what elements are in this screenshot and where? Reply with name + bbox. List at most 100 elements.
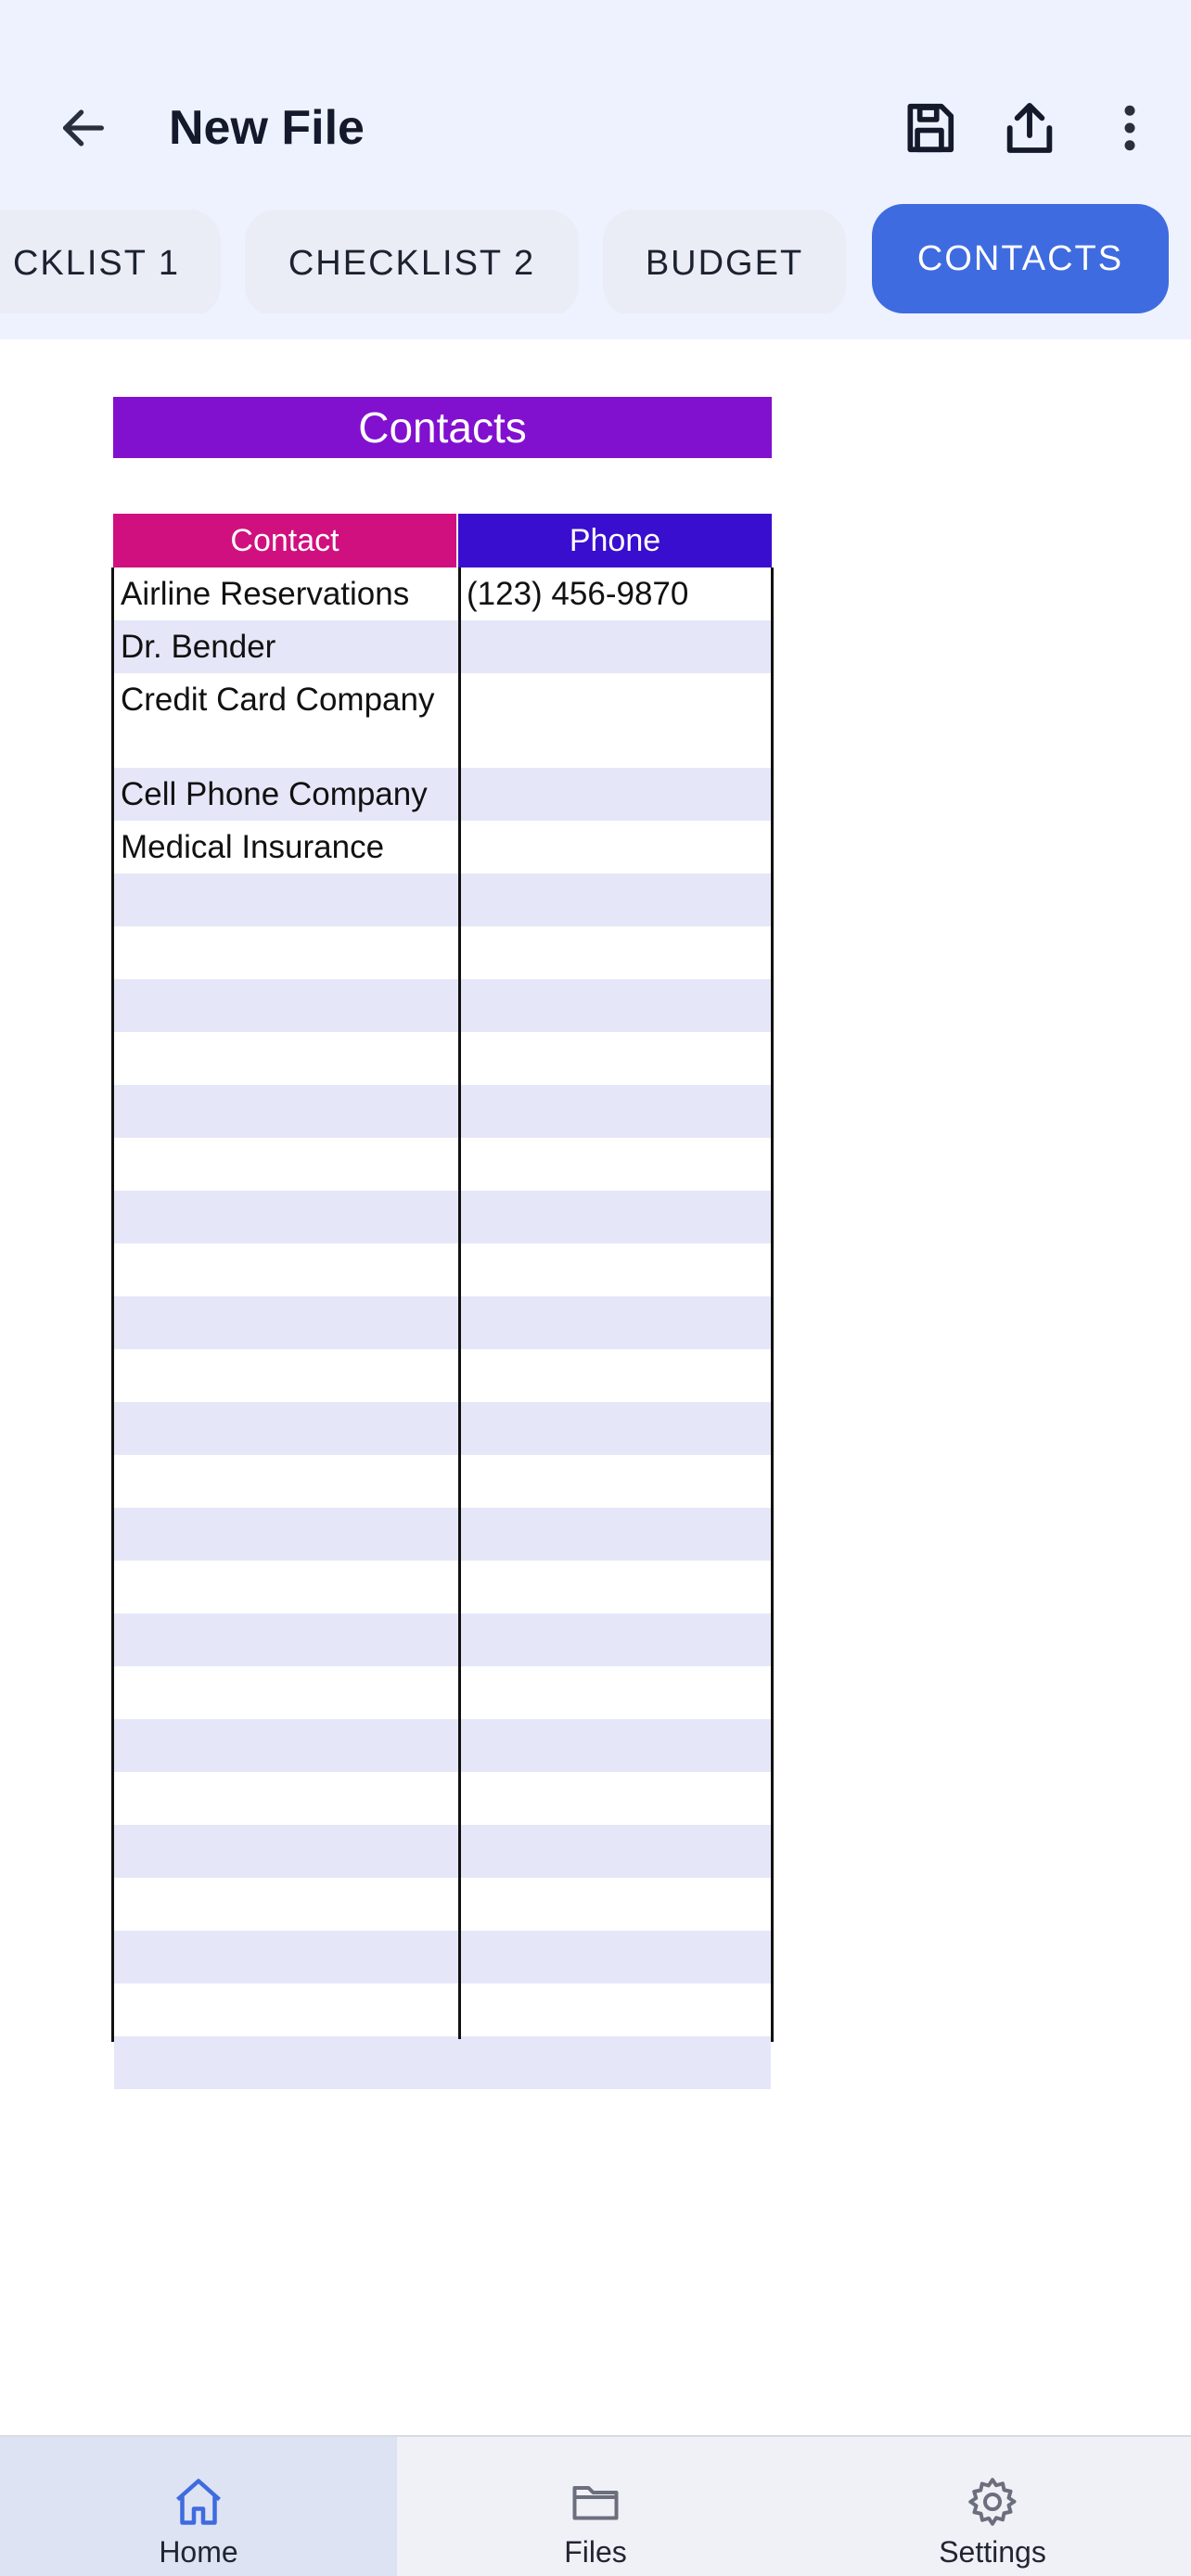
phone-cell[interactable] <box>461 768 771 821</box>
nav-files-label: Files <box>564 2535 627 2569</box>
table-row: Cell Phone Company <box>114 768 771 821</box>
contact-cell[interactable] <box>114 2036 457 2089</box>
contact-cell[interactable]: Airline Reservations <box>114 567 457 620</box>
contact-cell[interactable] <box>114 1666 457 1719</box>
phone-cell[interactable] <box>461 1825 771 1878</box>
table-row <box>114 1983 771 2036</box>
contact-cell[interactable] <box>114 1032 457 1085</box>
contact-cell[interactable] <box>114 1613 457 1666</box>
contact-cell[interactable] <box>114 1561 457 1613</box>
contact-cell[interactable] <box>114 1085 457 1138</box>
sheet-title: Contacts <box>113 397 772 458</box>
phone-cell[interactable] <box>461 673 771 768</box>
contact-cell[interactable]: Credit Card Company <box>114 673 457 768</box>
more-vertical-icon <box>1124 105 1135 151</box>
page-title: New File <box>169 101 365 155</box>
contact-cell[interactable] <box>114 1719 457 1772</box>
contact-cell[interactable] <box>114 926 457 979</box>
table-row <box>114 2036 771 2089</box>
save-button[interactable] <box>892 91 967 165</box>
phone-cell[interactable] <box>461 1666 771 1719</box>
contact-cell[interactable]: Medical Insurance <box>114 821 457 874</box>
phone-cell[interactable] <box>461 979 771 1032</box>
table-row <box>114 1032 771 1085</box>
bottom-navigation: Home Files Settings <box>0 2435 1191 2576</box>
more-options-button[interactable] <box>1093 91 1167 165</box>
table-row <box>114 1296 771 1349</box>
contact-cell[interactable] <box>114 1508 457 1561</box>
phone-cell[interactable] <box>461 1878 771 1931</box>
back-button[interactable] <box>46 91 121 165</box>
contact-cell[interactable] <box>114 1138 457 1191</box>
phone-cell[interactable] <box>461 1772 771 1825</box>
contact-cell[interactable] <box>114 1191 457 1243</box>
contact-cell[interactable] <box>114 874 457 926</box>
folder-icon <box>572 2486 619 2520</box>
table-row <box>114 1243 771 1296</box>
contact-cell[interactable] <box>114 1296 457 1349</box>
table-row <box>114 1402 771 1455</box>
table-row: Credit Card Company <box>114 673 771 768</box>
phone-cell[interactable] <box>461 1455 771 1508</box>
contact-cell[interactable] <box>114 1931 457 1983</box>
phone-cell[interactable] <box>461 926 771 979</box>
phone-cell[interactable] <box>461 1613 771 1666</box>
phone-cell[interactable] <box>461 1243 771 1296</box>
table-row <box>114 1191 771 1243</box>
phone-cell[interactable] <box>461 1191 771 1243</box>
phone-cell[interactable] <box>461 1402 771 1455</box>
table-row: Airline Reservations (123) 456-9870 <box>114 567 771 620</box>
nav-files[interactable]: Files <box>397 2437 794 2576</box>
tab-checklist-2[interactable]: CHECKLIST 2 <box>245 210 579 313</box>
phone-cell[interactable] <box>461 1296 771 1349</box>
contact-cell[interactable] <box>114 1878 457 1931</box>
contact-cell[interactable] <box>114 979 457 1032</box>
contact-cell[interactable] <box>114 1402 457 1455</box>
table-row <box>114 926 771 979</box>
phone-cell[interactable] <box>461 1719 771 1772</box>
contact-cell[interactable]: Dr. Bender <box>114 620 457 673</box>
nav-settings[interactable]: Settings <box>794 2437 1191 2576</box>
share-button[interactable] <box>992 91 1067 165</box>
contact-cell[interactable]: Cell Phone Company <box>114 768 457 821</box>
table-row <box>114 1772 771 1825</box>
contact-cell[interactable] <box>114 1455 457 1508</box>
table-row <box>114 874 771 926</box>
table-row <box>114 1666 771 1719</box>
table-row: Dr. Bender <box>114 620 771 673</box>
phone-cell[interactable] <box>461 1931 771 1983</box>
phone-cell[interactable] <box>461 1138 771 1191</box>
tab-budget[interactable]: BUDGET <box>603 210 846 313</box>
phone-cell[interactable] <box>461 2036 771 2089</box>
contacts-table: Airline Reservations (123) 456-9870 Dr. Be… <box>111 567 774 2089</box>
gear-icon <box>968 2478 1017 2526</box>
table-row <box>114 1508 771 1561</box>
contact-cell[interactable] <box>114 1983 457 2036</box>
phone-cell[interactable] <box>461 1349 771 1402</box>
phone-cell[interactable] <box>461 1983 771 2036</box>
phone-cell[interactable] <box>461 1508 771 1561</box>
table-row <box>114 1613 771 1666</box>
header: New File CKLIST 1 CHECKLIST 2 BUDGET CON… <box>0 0 1191 339</box>
phone-cell[interactable] <box>461 1085 771 1138</box>
nav-home[interactable]: Home <box>0 2437 397 2576</box>
table-row: Medical Insurance <box>114 821 771 874</box>
column-divider <box>458 567 461 2039</box>
contact-cell[interactable] <box>114 1243 457 1296</box>
phone-cell[interactable] <box>461 874 771 926</box>
table-row <box>114 1931 771 1983</box>
phone-cell[interactable] <box>461 1561 771 1613</box>
phone-cell[interactable] <box>461 620 771 673</box>
tab-checklist-1[interactable]: CKLIST 1 <box>0 210 221 313</box>
phone-cell[interactable]: (123) 456-9870 <box>461 567 771 620</box>
floppy-disk-icon <box>907 103 954 153</box>
contact-cell[interactable] <box>114 1825 457 1878</box>
share-upload-icon <box>1006 103 1053 153</box>
arrow-left-icon <box>63 109 104 147</box>
tab-contacts[interactable]: CONTACTS <box>872 204 1169 313</box>
phone-cell[interactable] <box>461 1032 771 1085</box>
contact-cell[interactable] <box>114 1349 457 1402</box>
contact-cell[interactable] <box>114 1772 457 1825</box>
phone-cell[interactable] <box>461 821 771 874</box>
table-row <box>114 1455 771 1508</box>
